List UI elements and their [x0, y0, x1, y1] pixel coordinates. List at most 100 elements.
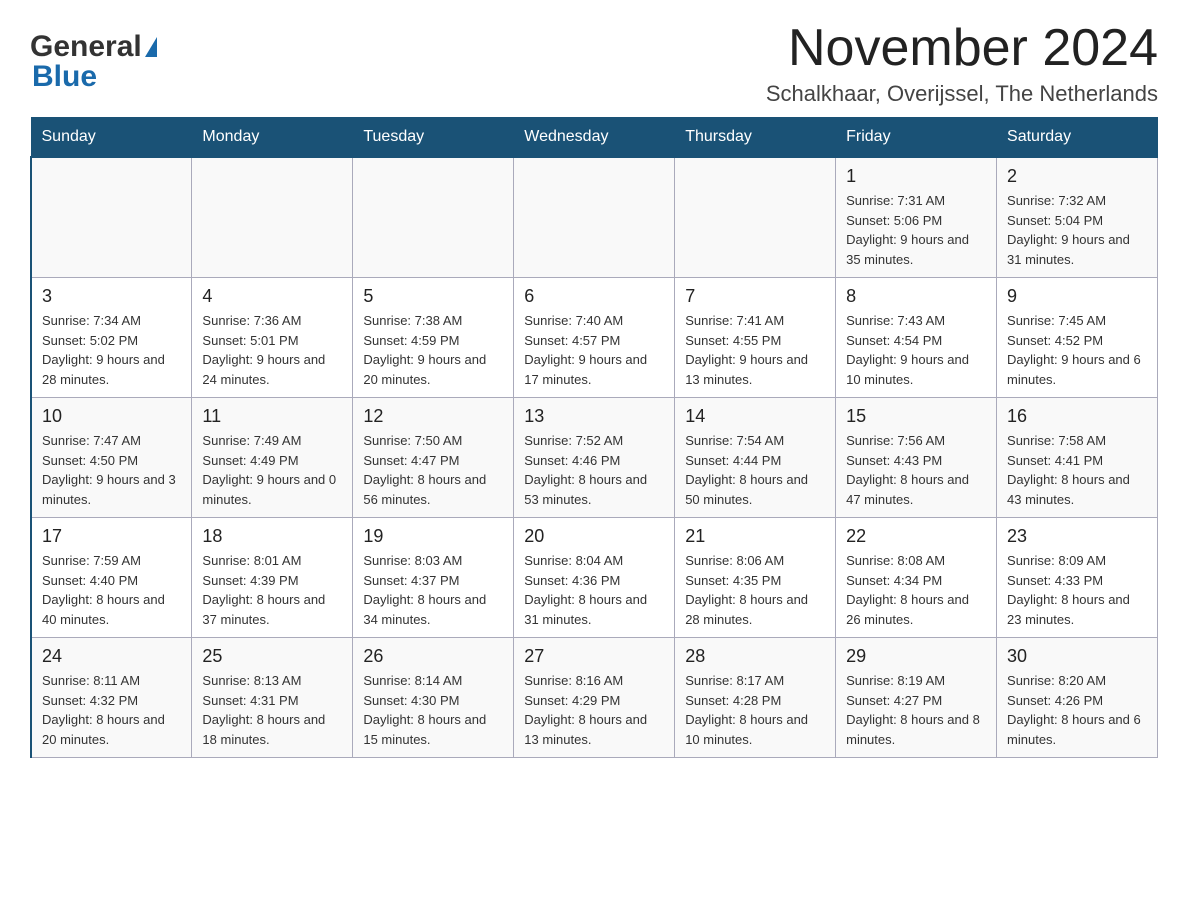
day-info: Sunrise: 7:36 AM Sunset: 5:01 PM Dayligh… — [202, 311, 342, 389]
calendar-week-row: 24Sunrise: 8:11 AM Sunset: 4:32 PM Dayli… — [31, 638, 1158, 758]
day-number: 12 — [363, 406, 503, 427]
day-number: 10 — [42, 406, 181, 427]
day-number: 24 — [42, 646, 181, 667]
day-info: Sunrise: 8:20 AM Sunset: 4:26 PM Dayligh… — [1007, 671, 1147, 749]
day-of-week-header: Saturday — [997, 118, 1158, 158]
calendar-day-cell: 15 Sunrise: 7:56 AM Sunset: 4:43 PM Dayli… — [836, 398, 997, 518]
calendar-day-cell: 5 Sunrise: 7:38 AM Sunset: 4:59 PM Daylig… — [353, 278, 514, 398]
day-number: 4 — [202, 286, 342, 307]
day-info: Sunrise: 8:03 AM Sunset: 4:37 PM Dayligh… — [363, 551, 503, 629]
calendar-day-cell — [192, 157, 353, 278]
day-info: Sunrise: 7:43 AM Sunset: 4:54 PM Dayligh… — [846, 311, 986, 389]
day-number: 15 — [846, 406, 986, 427]
month-title: November 2024 — [766, 20, 1158, 77]
calendar-day-cell: 16 Sunrise: 7:58 AM Sunset: 4:41 PM Dayli… — [997, 398, 1158, 518]
day-number: 11 — [202, 406, 342, 427]
day-number: 16 — [1007, 406, 1147, 427]
calendar-week-row: 10 Sunrise: 7:47 AM Sunset: 4:50 PM Dayli… — [31, 398, 1158, 518]
day-number: 5 — [363, 286, 503, 307]
calendar-day-cell: 26Sunrise: 8:14 AM Sunset: 4:30 PM Dayli… — [353, 638, 514, 758]
day-info: Sunrise: 7:40 AM Sunset: 4:57 PM Dayligh… — [524, 311, 664, 389]
calendar-day-cell: 10 Sunrise: 7:47 AM Sunset: 4:50 PM Dayli… — [31, 398, 192, 518]
page-header: General Blue November 2024 Schalkhaar, O… — [30, 20, 1158, 107]
day-of-week-header: Thursday — [675, 118, 836, 158]
calendar-day-cell: 18Sunrise: 8:01 AM Sunset: 4:39 PM Dayli… — [192, 518, 353, 638]
day-of-week-header: Tuesday — [353, 118, 514, 158]
logo: General Blue — [30, 30, 157, 94]
calendar-day-cell: 30 Sunrise: 8:20 AM Sunset: 4:26 PM Dayli… — [997, 638, 1158, 758]
day-info: Sunrise: 8:19 AM Sunset: 4:27 PM Dayligh… — [846, 671, 986, 749]
day-number: 9 — [1007, 286, 1147, 307]
day-number: 21 — [685, 526, 825, 547]
calendar-day-cell: 7Sunrise: 7:41 AM Sunset: 4:55 PM Daylig… — [675, 278, 836, 398]
day-info: Sunrise: 7:47 AM Sunset: 4:50 PM Dayligh… — [42, 431, 181, 509]
day-number: 14 — [685, 406, 825, 427]
day-info: Sunrise: 8:09 AM Sunset: 4:33 PM Dayligh… — [1007, 551, 1147, 629]
day-info: Sunrise: 7:31 AM Sunset: 5:06 PM Dayligh… — [846, 191, 986, 269]
location-title: Schalkhaar, Overijssel, The Netherlands — [766, 81, 1158, 107]
calendar-header-row: SundayMondayTuesdayWednesdayThursdayFrid… — [31, 118, 1158, 158]
day-info: Sunrise: 7:41 AM Sunset: 4:55 PM Dayligh… — [685, 311, 825, 389]
day-info: Sunrise: 8:08 AM Sunset: 4:34 PM Dayligh… — [846, 551, 986, 629]
day-number: 26 — [363, 646, 503, 667]
calendar-day-cell: 27 Sunrise: 8:16 AM Sunset: 4:29 PM Dayli… — [514, 638, 675, 758]
calendar-day-cell: 17 Sunrise: 7:59 AM Sunset: 4:40 PM Dayli… — [31, 518, 192, 638]
calendar-day-cell: 19 Sunrise: 8:03 AM Sunset: 4:37 PM Dayli… — [353, 518, 514, 638]
day-number: 27 — [524, 646, 664, 667]
day-number: 30 — [1007, 646, 1147, 667]
day-info: Sunrise: 7:59 AM Sunset: 4:40 PM Dayligh… — [42, 551, 181, 629]
day-number: 28 — [685, 646, 825, 667]
day-info: Sunrise: 8:06 AM Sunset: 4:35 PM Dayligh… — [685, 551, 825, 629]
day-number: 17 — [42, 526, 181, 547]
calendar-table: SundayMondayTuesdayWednesdayThursdayFrid… — [30, 117, 1158, 758]
day-number: 6 — [524, 286, 664, 307]
logo-triangle-icon — [145, 37, 157, 57]
calendar-day-cell: 23 Sunrise: 8:09 AM Sunset: 4:33 PM Dayli… — [997, 518, 1158, 638]
calendar-day-cell: 24Sunrise: 8:11 AM Sunset: 4:32 PM Dayli… — [31, 638, 192, 758]
day-number: 8 — [846, 286, 986, 307]
calendar-body: 1Sunrise: 7:31 AM Sunset: 5:06 PM Daylig… — [31, 157, 1158, 758]
calendar-week-row: 1Sunrise: 7:31 AM Sunset: 5:06 PM Daylig… — [31, 157, 1158, 278]
calendar-day-cell: 22 Sunrise: 8:08 AM Sunset: 4:34 PM Dayli… — [836, 518, 997, 638]
calendar-day-cell: 20 Sunrise: 8:04 AM Sunset: 4:36 PM Dayli… — [514, 518, 675, 638]
day-of-week-header: Sunday — [31, 118, 192, 158]
calendar-day-cell: 13Sunrise: 7:52 AM Sunset: 4:46 PM Dayli… — [514, 398, 675, 518]
calendar-day-cell: 9 Sunrise: 7:45 AM Sunset: 4:52 PM Daylig… — [997, 278, 1158, 398]
day-number: 25 — [202, 646, 342, 667]
day-info: Sunrise: 7:32 AM Sunset: 5:04 PM Dayligh… — [1007, 191, 1147, 269]
day-info: Sunrise: 7:56 AM Sunset: 4:43 PM Dayligh… — [846, 431, 986, 509]
title-area: November 2024 Schalkhaar, Overijssel, Th… — [766, 20, 1158, 107]
calendar-day-cell — [514, 157, 675, 278]
day-info: Sunrise: 8:17 AM Sunset: 4:28 PM Dayligh… — [685, 671, 825, 749]
day-number: 19 — [363, 526, 503, 547]
day-info: Sunrise: 8:04 AM Sunset: 4:36 PM Dayligh… — [524, 551, 664, 629]
calendar-day-cell: 25Sunrise: 8:13 AM Sunset: 4:31 PM Dayli… — [192, 638, 353, 758]
day-info: Sunrise: 7:52 AM Sunset: 4:46 PM Dayligh… — [524, 431, 664, 509]
day-number: 29 — [846, 646, 986, 667]
day-number: 20 — [524, 526, 664, 547]
calendar-week-row: 3Sunrise: 7:34 AM Sunset: 5:02 PM Daylig… — [31, 278, 1158, 398]
day-of-week-header: Monday — [192, 118, 353, 158]
calendar-day-cell: 6 Sunrise: 7:40 AM Sunset: 4:57 PM Daylig… — [514, 278, 675, 398]
day-of-week-header: Wednesday — [514, 118, 675, 158]
calendar-day-cell: 14Sunrise: 7:54 AM Sunset: 4:44 PM Dayli… — [675, 398, 836, 518]
day-of-week-header: Friday — [836, 118, 997, 158]
day-info: Sunrise: 7:45 AM Sunset: 4:52 PM Dayligh… — [1007, 311, 1147, 389]
day-number: 22 — [846, 526, 986, 547]
day-info: Sunrise: 8:16 AM Sunset: 4:29 PM Dayligh… — [524, 671, 664, 749]
calendar-day-cell — [31, 157, 192, 278]
day-info: Sunrise: 7:49 AM Sunset: 4:49 PM Dayligh… — [202, 431, 342, 509]
calendar-day-cell: 29 Sunrise: 8:19 AM Sunset: 4:27 PM Dayli… — [836, 638, 997, 758]
day-info: Sunrise: 7:38 AM Sunset: 4:59 PM Dayligh… — [363, 311, 503, 389]
calendar-day-cell: 8 Sunrise: 7:43 AM Sunset: 4:54 PM Daylig… — [836, 278, 997, 398]
day-number: 3 — [42, 286, 181, 307]
calendar-day-cell — [675, 157, 836, 278]
day-number: 23 — [1007, 526, 1147, 547]
calendar-week-row: 17 Sunrise: 7:59 AM Sunset: 4:40 PM Dayli… — [31, 518, 1158, 638]
day-number: 2 — [1007, 166, 1147, 187]
calendar-day-cell: 2 Sunrise: 7:32 AM Sunset: 5:04 PM Daylig… — [997, 157, 1158, 278]
day-info: Sunrise: 7:58 AM Sunset: 4:41 PM Dayligh… — [1007, 431, 1147, 509]
day-number: 18 — [202, 526, 342, 547]
calendar-day-cell: 4 Sunrise: 7:36 AM Sunset: 5:01 PM Daylig… — [192, 278, 353, 398]
calendar-day-cell: 21 Sunrise: 8:06 AM Sunset: 4:35 PM Dayli… — [675, 518, 836, 638]
